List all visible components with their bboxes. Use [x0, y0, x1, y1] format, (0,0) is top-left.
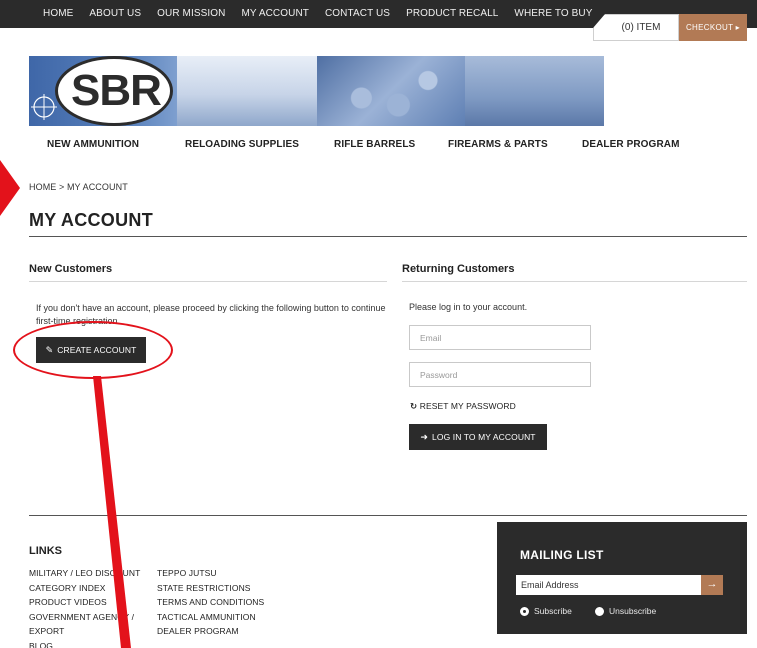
site-logo[interactable]: SBR [61, 66, 171, 116]
annotation-arrow-icon [0, 160, 20, 216]
title-divider [29, 236, 747, 237]
catnav-rifle-barrels[interactable]: RIFLE BARRELS [334, 139, 415, 150]
page-title: MY ACCOUNT [29, 210, 153, 230]
footer-link-terms-and-conditions[interactable]: TERMS AND CONDITIONS [157, 595, 264, 610]
sign-in-icon: ➜ [420, 432, 429, 442]
banner-photo-ammunition [317, 56, 465, 126]
footer-link-dealer-program[interactable]: DEALER PROGRAM [157, 624, 264, 639]
arrow-right-icon: → [706, 578, 718, 590]
footer-link-military-leo-discount[interactable]: MILITARY / LEO DISCOUNT [29, 566, 140, 581]
topnav-about-us[interactable]: ABOUT US [81, 0, 149, 28]
footer-link-state-restrictions[interactable]: STATE RESTRICTIONS [157, 581, 264, 596]
returning-customers-text: Please log in to your account. [409, 302, 528, 312]
subscribe-option[interactable]: Subscribe [520, 606, 572, 616]
mailing-list-box: MAILING LIST → Subscribe Unsubscribe [497, 522, 747, 634]
breadcrumb[interactable]: HOME > MY ACCOUNT [29, 182, 128, 192]
returning-customers-divider [402, 281, 747, 282]
unsubscribe-option[interactable]: Unsubscribe [595, 606, 656, 616]
mailing-list-title: MAILING LIST [520, 548, 604, 562]
subscribe-radio[interactable] [520, 606, 529, 616]
email-field[interactable] [409, 325, 591, 350]
footer-link-blog[interactable]: BLOG [29, 639, 140, 648]
topnav-contact-us[interactable]: CONTACT US [317, 0, 398, 28]
login-label: LOG IN TO MY ACCOUNT [432, 432, 536, 442]
checkout-button[interactable]: CHECKOUT ▸ [679, 14, 747, 41]
footer-links-col-2: TEPPO JUTSU STATE RESTRICTIONS TERMS AND… [157, 566, 264, 639]
mailing-submit-button[interactable]: → [701, 575, 723, 595]
banner-photo-soldier [465, 56, 604, 126]
topnav-our-mission[interactable]: OUR MISSION [149, 0, 233, 28]
topnav-home[interactable]: HOME [35, 0, 81, 28]
new-customers-divider [29, 281, 387, 282]
catnav-firearms-parts[interactable]: FIREARMS & PARTS [448, 139, 548, 150]
footer-links-col-1: MILITARY / LEO DISCOUNT CATEGORY INDEX P… [29, 566, 140, 648]
topnav-my-account[interactable]: MY ACCOUNT [233, 0, 317, 28]
topnav-product-recall[interactable]: PRODUCT RECALL [398, 0, 506, 28]
unsubscribe-radio[interactable] [595, 606, 604, 616]
footer-link-tactical-ammunition[interactable]: TACTICAL AMMUNITION [157, 610, 264, 625]
header-banner[interactable]: SBR [29, 56, 604, 126]
cart-items-count[interactable]: (0) ITEM [593, 14, 679, 41]
topnav-where-to-buy[interactable]: WHERE TO BUY [506, 0, 600, 28]
crosshair-icon [31, 94, 57, 120]
returning-customers-heading: Returning Customers [402, 263, 515, 275]
footer-link-export[interactable]: EXPORT [29, 624, 140, 639]
banner-photo-sniper [177, 56, 317, 126]
footer-link-teppo-jutsu[interactable]: TEPPO JUTSU [157, 566, 264, 581]
new-customers-heading: New Customers [29, 263, 113, 275]
annotation-highlight-ellipse [13, 321, 173, 379]
unsubscribe-label: Unsubscribe [609, 606, 657, 616]
login-button[interactable]: ➜ LOG IN TO MY ACCOUNT [409, 424, 547, 450]
mailing-email-input[interactable] [516, 575, 701, 595]
triangle-right-icon: ▸ [735, 23, 740, 32]
refresh-icon: ↻ [410, 401, 418, 411]
reset-password-link[interactable]: ↻ RESET MY PASSWORD [410, 401, 516, 412]
top-nav: HOME ABOUT US OUR MISSION MY ACCOUNT CON… [35, 0, 601, 28]
footer-divider [29, 515, 747, 516]
footer-link-product-videos[interactable]: PRODUCT VIDEOS [29, 595, 140, 610]
cart-widget: (0) ITEM CHECKOUT ▸ [593, 14, 747, 41]
reset-password-label: RESET MY PASSWORD [419, 401, 516, 411]
catnav-new-ammunition[interactable]: NEW AMMUNITION [47, 139, 139, 150]
footer-links-title: LINKS [29, 545, 62, 557]
subscribe-label: Subscribe [534, 606, 572, 616]
catnav-reloading-supplies[interactable]: RELOADING SUPPLIES [185, 139, 299, 150]
footer-link-government-agency[interactable]: GOVERNMENT AGENCY / [29, 610, 140, 625]
password-field[interactable] [409, 362, 591, 387]
category-nav: NEW AMMUNITION RELOADING SUPPLIES RIFLE … [29, 139, 729, 153]
checkout-label: CHECKOUT [685, 23, 734, 32]
catnav-dealer-program[interactable]: DEALER PROGRAM [582, 139, 680, 150]
footer-link-category-index[interactable]: CATEGORY INDEX [29, 581, 140, 596]
